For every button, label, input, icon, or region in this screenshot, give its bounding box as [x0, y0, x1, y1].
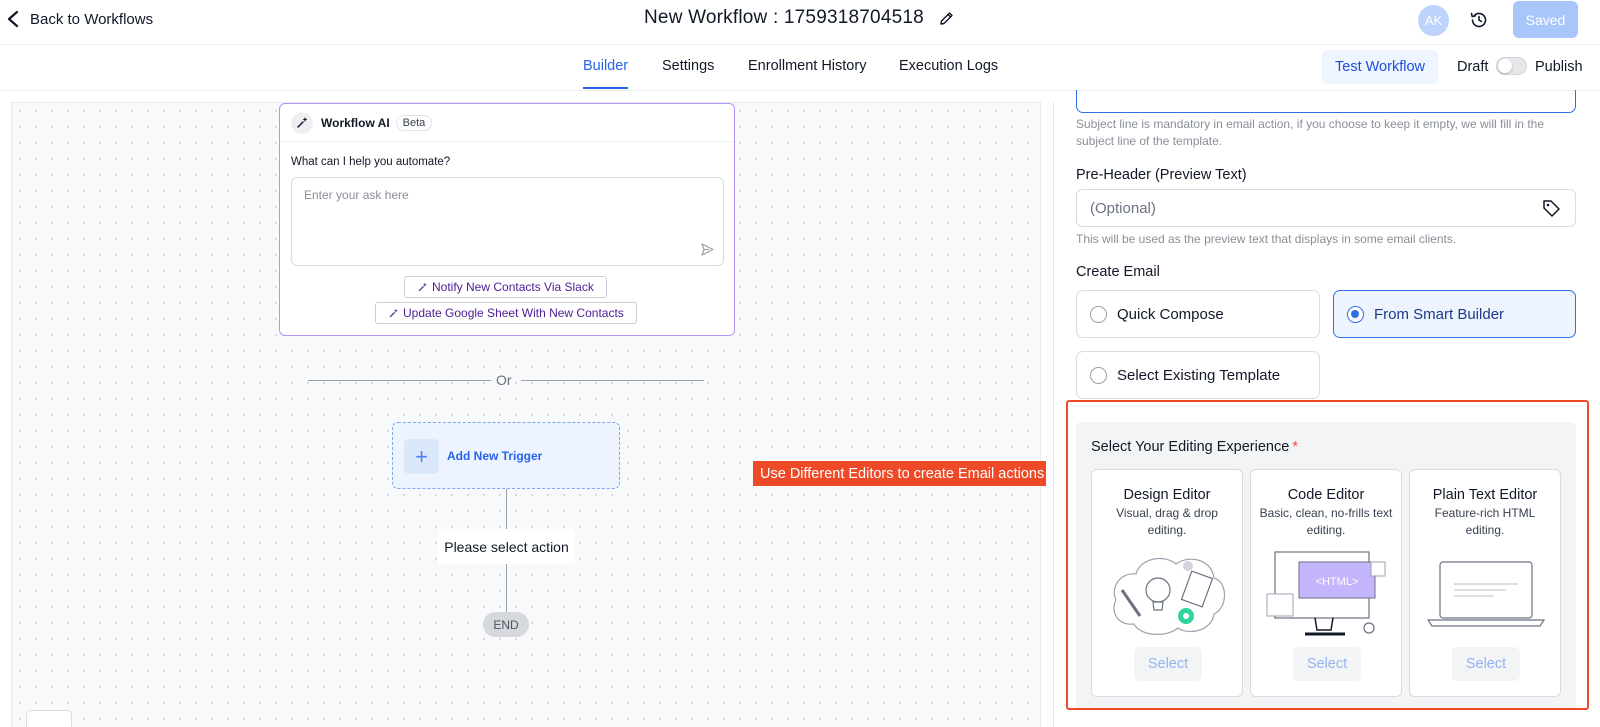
create-email-label: Create Email: [1076, 264, 1160, 280]
or-label: Or: [496, 372, 512, 388]
select-plain-text-editor-button[interactable]: Select: [1452, 647, 1520, 681]
workflow-ai-card: Workflow AI Beta What can I help you aut…: [279, 103, 735, 336]
beta-badge: Beta: [395, 114, 433, 131]
saved-button[interactable]: Saved: [1513, 1, 1578, 38]
edit-pencil-icon[interactable]: [938, 10, 955, 27]
html-tag-text: <HTML>: [1316, 576, 1359, 588]
select-action-node[interactable]: Please select action: [438, 529, 575, 564]
tab-settings[interactable]: Settings: [662, 58, 714, 74]
code-illustration-icon: <HTML>: [1266, 551, 1386, 636]
connector-line: [506, 489, 507, 529]
suggestion-label: Update Google Sheet With New Contacts: [403, 306, 624, 320]
ai-question: What can I help you automate?: [291, 156, 451, 168]
plus-icon: +: [404, 439, 439, 474]
radio-button: [1090, 366, 1107, 384]
editor-description: Visual, drag & drop editing.: [1116, 506, 1218, 537]
sparkle-icon: [418, 282, 427, 291]
ai-input-placeholder: Enter your ask here: [304, 188, 409, 202]
suggestion-update-google-sheet[interactable]: Update Google Sheet With New Contacts: [375, 302, 637, 324]
radio-button: [1090, 305, 1107, 323]
tag-icon[interactable]: [1542, 199, 1561, 218]
tabs-row: Builder Settings Enrollment History Exec…: [0, 45, 1600, 91]
connector-line: [506, 564, 507, 612]
sparkle-icon: [389, 308, 398, 317]
workflow-title: New Workflow : 1759318704518: [644, 7, 955, 29]
radio-button-selected: [1347, 305, 1364, 323]
canvas-controls[interactable]: [26, 710, 72, 727]
suggestion-label: Notify New Contacts Via Slack: [432, 280, 594, 294]
design-editor-card[interactable]: Design Editor Visual, drag & drop editin…: [1091, 469, 1243, 697]
active-tab-indicator: [583, 87, 628, 89]
option-label: From Smart Builder: [1374, 305, 1505, 323]
design-illustration-icon: [1113, 557, 1226, 635]
avatar[interactable]: AK: [1418, 5, 1449, 36]
preheader-input[interactable]: (Optional): [1076, 189, 1576, 227]
draft-label: Draft: [1457, 59, 1489, 75]
editor-name: Code Editor: [1287, 487, 1365, 503]
add-new-trigger-button[interactable]: + Add New Trigger: [392, 422, 620, 489]
option-label: Quick Compose: [1117, 305, 1224, 323]
editor-description: Basic, clean, no-frills text editing.: [1259, 506, 1393, 537]
publish-label: Publish: [1535, 59, 1583, 75]
add-trigger-label: Add New Trigger: [447, 449, 543, 463]
preheader-help-text: This will be used as the preview text th…: [1076, 232, 1457, 246]
editor-callout: Use Different Editors to create Email ac…: [753, 461, 1046, 486]
option-label: Select Existing Template: [1117, 366, 1281, 384]
option-select-existing-template[interactable]: Select Existing Template: [1076, 351, 1320, 399]
editing-experience-title: Select Your Editing Experience *: [1091, 439, 1298, 455]
ai-card-title: Workflow AI: [321, 115, 390, 130]
end-node: END: [483, 612, 529, 637]
chevron-left-icon: [7, 10, 19, 28]
top-bar: Back to Workflows New Workflow : 1759318…: [0, 0, 1600, 45]
back-label: Back to Workflows: [30, 10, 154, 28]
divider-right: [521, 380, 704, 381]
preheader-label: Pre-Header (Preview Text): [1076, 167, 1247, 183]
plain-text-editor-card[interactable]: Plain Text Editor Feature-rich HTML edit…: [1409, 469, 1561, 697]
editor-name: Plain Text Editor: [1432, 487, 1538, 503]
history-icon[interactable]: [1469, 10, 1489, 30]
tab-execution-logs[interactable]: Execution Logs: [899, 58, 998, 74]
select-code-editor-button[interactable]: Select: [1293, 647, 1361, 681]
editor-name: Design Editor: [1123, 487, 1211, 503]
suggestion-notify-slack[interactable]: Notify New Contacts Via Slack: [404, 276, 607, 298]
tab-builder[interactable]: Builder: [583, 58, 628, 74]
ai-ask-input[interactable]: Enter your ask here: [291, 177, 724, 266]
ai-card-header: Workflow AI Beta: [280, 104, 734, 142]
workflow-title-text: New Workflow : 1759318704518: [644, 7, 924, 28]
tab-enrollment-history[interactable]: Enrollment History: [748, 58, 866, 74]
select-design-editor-button[interactable]: Select: [1134, 647, 1202, 681]
editor-description: Feature-rich HTML editing.: [1434, 506, 1536, 537]
laptop-illustration-icon: [1426, 561, 1546, 627]
subject-help-text: Subject line is mandatory in email actio…: [1076, 117, 1544, 148]
option-quick-compose[interactable]: Quick Compose: [1076, 290, 1320, 338]
sparkle-icon: [291, 111, 313, 134]
preheader-placeholder: (Optional): [1090, 199, 1156, 217]
required-marker: *: [1292, 439, 1298, 455]
publish-toggle[interactable]: [1496, 57, 1527, 75]
option-from-smart-builder[interactable]: From Smart Builder: [1333, 290, 1576, 338]
divider-left: [308, 380, 491, 381]
back-to-workflows-link[interactable]: Back to Workflows: [6, 8, 153, 30]
send-icon[interactable]: [700, 242, 715, 257]
toggle-knob: [1498, 59, 1512, 73]
subject-input[interactable]: [1076, 90, 1576, 113]
test-workflow-button[interactable]: Test Workflow: [1322, 50, 1438, 84]
code-editor-card[interactable]: Code Editor Basic, clean, no-frills text…: [1250, 469, 1402, 697]
